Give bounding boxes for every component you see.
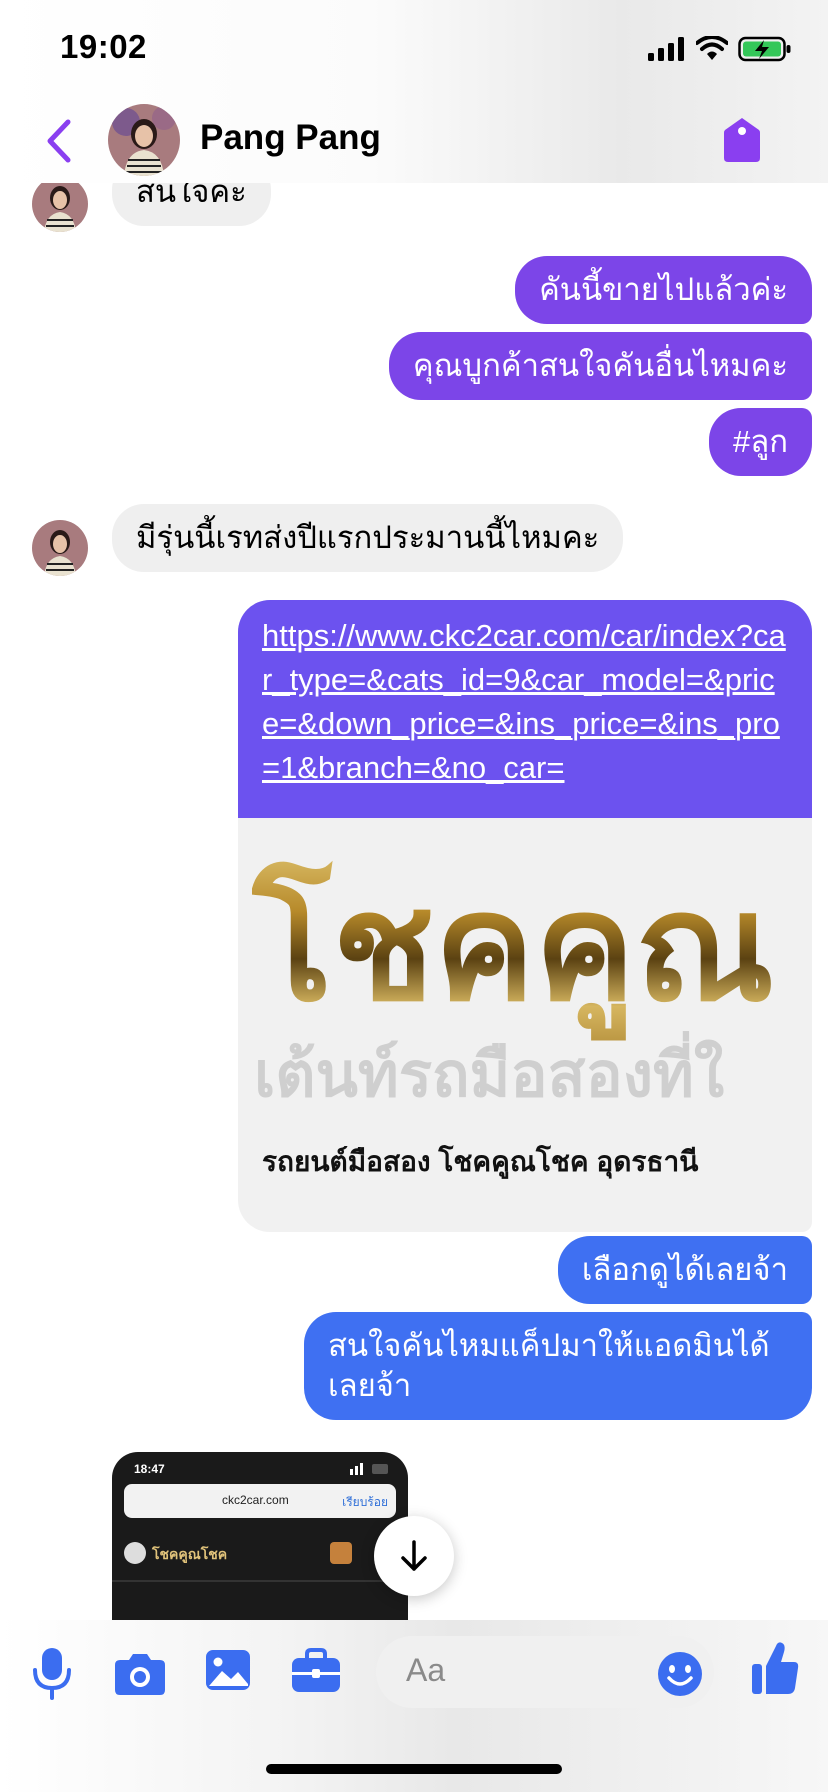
battery-charging-icon — [738, 36, 791, 62]
scroll-to-bottom-button[interactable] — [374, 1516, 454, 1596]
shot-address-bar: ckc2car.com เรียบร้อย — [124, 1484, 396, 1518]
message-outgoing[interactable]: สนใจคันไหมแค็ปมาให้แอดมินได้เลยจ้า — [304, 1312, 812, 1420]
home-indicator — [266, 1764, 562, 1774]
link-preview-image: โชคคูณ เต้นท์รถมือสองที่ใ — [238, 818, 812, 1118]
link-title: รถยนต์มือสอง โชคคูณโชค อุดรธานี — [262, 1146, 699, 1177]
photo-icon[interactable] — [204, 1648, 252, 1692]
shot-status-icons — [350, 1462, 390, 1475]
shot-done: เรียบร้อย — [342, 1495, 388, 1509]
signal-icon — [648, 37, 684, 61]
wifi-icon — [696, 36, 728, 60]
arrow-down-icon — [401, 1540, 427, 1571]
status-time: 19:02 — [60, 28, 147, 65]
sender-avatar[interactable] — [32, 520, 88, 576]
tag-icon[interactable] — [722, 116, 762, 164]
message-outgoing[interactable]: เลือกดูได้เลยจ้า — [557, 1236, 812, 1304]
shot-url: ckc2car.com — [222, 1493, 289, 1507]
shot-menu-icon — [330, 1542, 352, 1564]
link-url[interactable]: https://www.ckc2car.com/car/index?car_ty… — [238, 600, 812, 818]
link-preview-card[interactable]: https://www.ckc2car.com/car/index?car_ty… — [238, 600, 812, 1232]
preview-logo-sub: เต้นท์รถมือสองที่ใ — [254, 1041, 725, 1110]
message-incoming[interactable]: มีรุ่นนี้เรทส่งปีแรกประมานนี้ไหมคะ — [112, 504, 624, 572]
message-input-placeholder: Aa — [406, 1652, 446, 1688]
shot-time: 18:47 — [134, 1462, 165, 1476]
message-outgoing[interactable]: คันนี้ขายไปแล้วค่ะ — [515, 256, 812, 324]
contact-avatar[interactable] — [108, 104, 180, 176]
message-outgoing[interactable]: #ลูก — [708, 408, 812, 476]
emoji-icon[interactable] — [656, 1650, 704, 1698]
contact-name[interactable]: Pang Pang — [200, 118, 381, 158]
camera-icon[interactable] — [114, 1652, 166, 1696]
microphone-icon[interactable] — [32, 1646, 72, 1702]
shot-logo: โชคคูณโชค — [152, 1546, 228, 1562]
briefcase-icon[interactable] — [290, 1648, 342, 1694]
status-icons — [648, 34, 792, 64]
sender-avatar[interactable] — [32, 176, 88, 232]
image-attachment[interactable]: 18:47 ckc2car.com เรียบร้อย โชคคูณโชค — [112, 1452, 408, 1628]
back-chevron-icon[interactable] — [40, 116, 80, 166]
message-outgoing[interactable]: คุณบูกค้าสนใจคันอื่นไหมคะ — [388, 332, 812, 400]
thumbs-up-icon[interactable] — [750, 1640, 800, 1696]
shot-logo-badge — [124, 1542, 146, 1564]
